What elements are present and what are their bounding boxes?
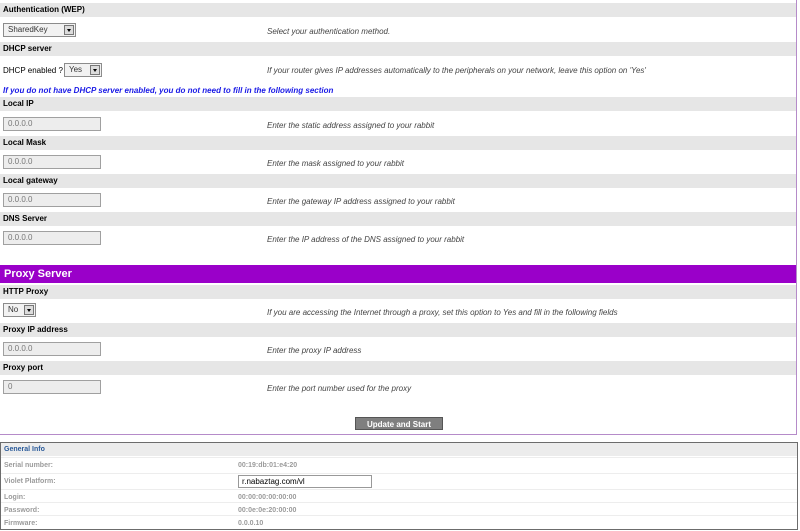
general-info-panel: General Info Serial number: 00:19:db:01:…	[0, 442, 798, 530]
proxy-ip-row: 0.0.0.0 Enter the proxy IP address	[0, 339, 796, 361]
chevron-down-icon[interactable]	[24, 305, 34, 315]
platform-input[interactable]: r.nabaztag.com/vl	[238, 475, 372, 488]
http-proxy-hint: If you are accessing the Internet throug…	[267, 308, 618, 317]
info-row-serial: Serial number: 00:19:db:01:e4:20	[1, 457, 797, 473]
dhcp-header: DHCP server	[0, 42, 796, 56]
local-gateway-row: 0.0.0.0 Enter the gateway IP address ass…	[0, 190, 796, 212]
firmware-value: 0.0.0.10	[238, 520, 264, 527]
auth-method-select[interactable]: SharedKey	[3, 23, 76, 37]
proxy-port-hint: Enter the port number used for the proxy	[267, 384, 412, 393]
login-label: Login:	[4, 494, 26, 501]
local-ip-row: 0.0.0.0 Enter the static address assigne…	[0, 114, 796, 136]
info-row-platform: Violet Platform: r.nabaztag.com/vl	[1, 473, 797, 489]
dhcp-enabled-value: Yes	[69, 65, 83, 74]
network-config-form: Authentication (WEP) SharedKey Select yo…	[0, 0, 797, 435]
proxy-ip-hint: Enter the proxy IP address	[267, 346, 362, 355]
serial-label: Serial number:	[4, 462, 54, 469]
dhcp-row: DHCP enabled ? Yes If your router gives …	[0, 59, 796, 81]
auth-method-value: SharedKey	[8, 25, 48, 34]
local-mask-input[interactable]: 0.0.0.0	[3, 155, 101, 169]
dns-hint: Enter the IP address of the DNS assigned…	[267, 235, 465, 244]
platform-label: Violet Platform:	[4, 478, 56, 485]
proxy-port-row: 0 Enter the port number used for the pro…	[0, 377, 796, 399]
proxy-port-header: Proxy port	[0, 361, 796, 375]
firmware-label: Firmware:	[4, 520, 38, 527]
local-ip-header: Local IP	[0, 97, 796, 111]
dhcp-hint: If your router gives IP addresses automa…	[267, 66, 646, 75]
http-proxy-value: No	[8, 305, 19, 314]
auth-hint: Select your authentication method.	[267, 27, 391, 36]
local-mask-hint: Enter the mask assigned to your rabbit	[267, 159, 404, 168]
auth-row: SharedKey Select your authentication met…	[0, 20, 796, 42]
auth-header: Authentication (WEP)	[0, 3, 796, 17]
chevron-down-icon[interactable]	[64, 25, 74, 35]
http-proxy-header: HTTP Proxy	[0, 285, 796, 299]
proxy-section-title: Proxy Server	[0, 265, 796, 283]
dns-input[interactable]: 0.0.0.0	[3, 231, 101, 245]
login-value: 00:00:00:00:00:00	[238, 494, 297, 501]
password-label: Password:	[4, 507, 40, 514]
dhcp-warning: If you do not have DHCP server enabled, …	[3, 86, 334, 95]
password-value: 00:0e:0e:20:00:00	[238, 507, 297, 514]
dns-row: 0.0.0.0 Enter the IP address of the DNS …	[0, 228, 796, 250]
proxy-port-input[interactable]: 0	[3, 380, 101, 394]
serial-value: 00:19:db:01:e4:20	[238, 462, 298, 469]
info-row-firmware: Firmware: 0.0.0.10	[1, 515, 797, 531]
dhcp-enabled-select[interactable]: Yes	[64, 63, 102, 77]
local-gateway-hint: Enter the gateway IP address assigned to…	[267, 197, 455, 206]
local-ip-input[interactable]: 0.0.0.0	[3, 117, 101, 131]
proxy-ip-header: Proxy IP address	[0, 323, 796, 337]
dns-header: DNS Server	[0, 212, 796, 226]
local-gateway-header: Local gateway	[0, 174, 796, 188]
update-and-start-button[interactable]: Update and Start	[355, 417, 443, 430]
proxy-ip-input[interactable]: 0.0.0.0	[3, 342, 101, 356]
local-mask-header: Local Mask	[0, 136, 796, 150]
http-proxy-row: No If you are accessing the Internet thr…	[0, 301, 796, 323]
http-proxy-select[interactable]: No	[3, 303, 36, 317]
local-ip-hint: Enter the static address assigned to you…	[267, 121, 435, 130]
local-gateway-input[interactable]: 0.0.0.0	[3, 193, 101, 207]
dhcp-enabled-label: DHCP enabled ?	[3, 66, 63, 75]
general-info-title: General Info	[1, 443, 797, 456]
local-mask-row: 0.0.0.0 Enter the mask assigned to your …	[0, 152, 796, 174]
chevron-down-icon[interactable]	[90, 65, 100, 75]
